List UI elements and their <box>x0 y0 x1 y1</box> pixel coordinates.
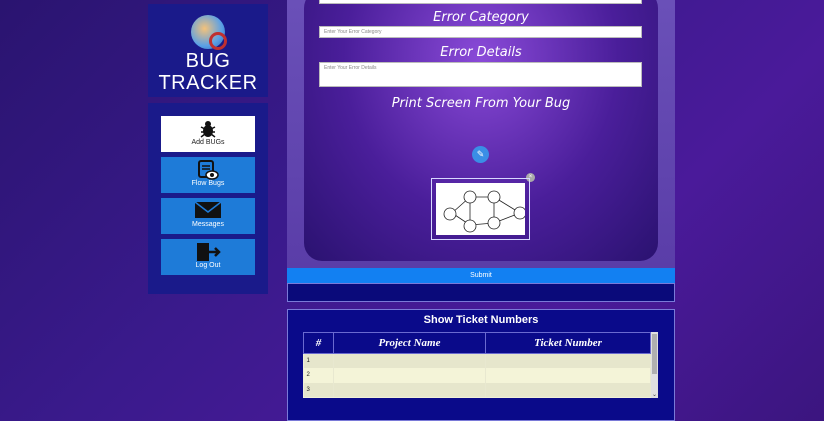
menu-label: Flow Bugs <box>191 180 225 187</box>
scroll-down-arrow-icon[interactable]: ⌄ <box>651 391 658 398</box>
submit-footer-bar <box>287 283 675 302</box>
pencil-icon: ✎ <box>476 149 485 159</box>
logout-icon <box>161 239 255 261</box>
error-details-textarea[interactable]: Enter Your Error Details <box>319 62 642 87</box>
previous-input-edge[interactable] <box>319 0 642 4</box>
tickets-table: # Project Name Ticket Number 1 2 3 <box>303 332 651 397</box>
bug-icon <box>161 116 255 138</box>
screenshot-preview <box>431 178 530 240</box>
graph-diagram-image <box>443 190 527 233</box>
menu-add-bugs-button[interactable]: Add BUGs <box>161 116 255 152</box>
row-ticket <box>485 382 651 397</box>
error-details-label: Error Details <box>440 45 522 60</box>
table-row: 3 <box>303 382 651 397</box>
column-header-ticket-number: Ticket Number <box>485 332 651 354</box>
envelope-icon <box>161 198 255 220</box>
table-row: 2 <box>303 368 651 383</box>
row-ticket <box>485 368 651 383</box>
error-category-label: Error Category <box>433 10 529 25</box>
row-number: 3 <box>303 382 334 397</box>
submit-button[interactable]: Submit <box>287 268 675 283</box>
row-project <box>333 368 486 383</box>
brand-panel: BUG TRACKER <box>148 4 268 97</box>
error-category-input[interactable]: Enter Your Error Category <box>319 26 642 38</box>
document-eye-icon <box>161 157 255 180</box>
table-scrollbar[interactable]: ⌄ <box>651 332 658 398</box>
row-ticket <box>485 353 651 368</box>
column-header-number: # <box>303 332 334 354</box>
menu-messages-button[interactable]: Messages <box>161 198 255 234</box>
tickets-title: Show Ticket Numbers <box>423 314 539 326</box>
menu-label: Log Out <box>195 262 221 269</box>
scrollbar-thumb[interactable] <box>652 334 657 374</box>
menu-flow-bugs-button[interactable]: Flow Bugs <box>161 157 255 193</box>
menu-label: Messages <box>192 221 224 228</box>
menu-label: Add BUGs <box>191 139 225 146</box>
brand-title-line1: BUG <box>185 50 231 72</box>
tickets-table-container[interactable]: # Project Name Ticket Number 1 2 3 <box>303 332 658 398</box>
sidebar-menu: Add BUGs Flow Bugs Messages Log Out <box>148 103 268 294</box>
row-project <box>333 353 486 368</box>
row-number: 1 <box>303 353 334 368</box>
row-project <box>333 382 486 397</box>
print-screen-label: Print Screen From Your Bug <box>391 96 571 111</box>
column-header-project-name: Project Name <box>333 332 486 354</box>
brand-title-line2: TRACKER <box>158 72 258 94</box>
table-row: 1 <box>303 353 651 368</box>
upload-edit-button[interactable]: ✎ <box>472 146 489 163</box>
menu-log-out-button[interactable]: Log Out <box>161 239 255 275</box>
row-number: 2 <box>303 368 334 383</box>
screenshot-image <box>436 183 527 235</box>
bug-search-logo-icon <box>191 15 227 50</box>
